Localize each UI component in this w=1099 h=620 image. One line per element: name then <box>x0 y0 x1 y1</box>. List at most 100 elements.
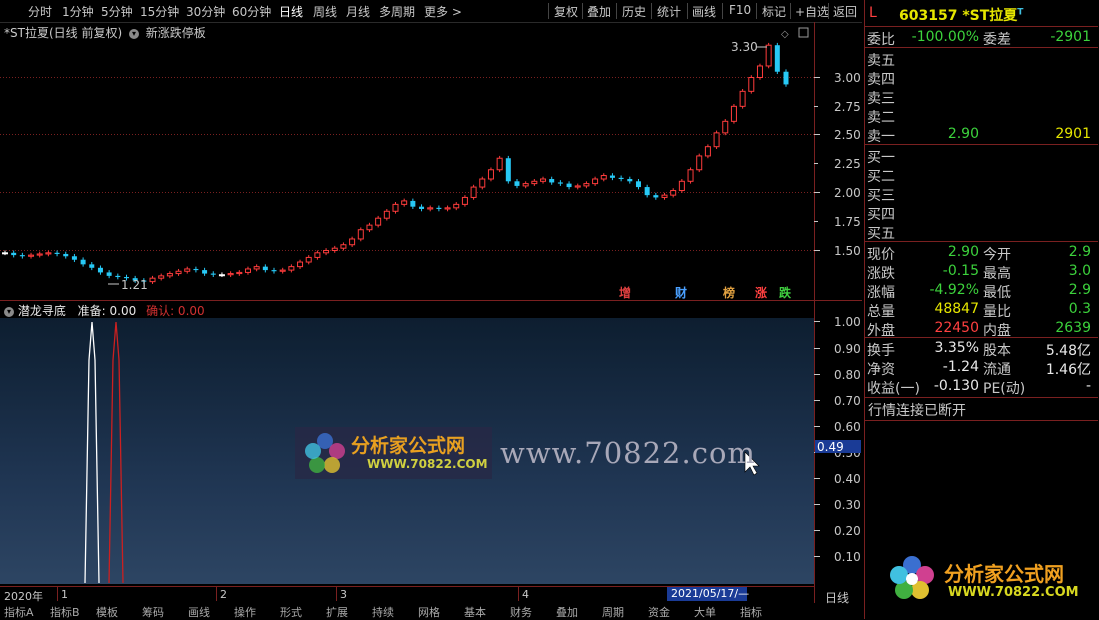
candle-body <box>227 273 234 276</box>
candle-body <box>566 183 572 188</box>
row-value-2: 2.9 <box>1068 282 1091 298</box>
tag-cai[interactable]: 财 <box>674 285 687 300</box>
stat-row: 换手 3.35% 股本 5.48亿 <box>867 340 1095 359</box>
row-label-2: 流通 <box>983 362 1011 378</box>
row-value-2: - <box>1085 378 1091 394</box>
tag-die[interactable]: 跌 <box>779 285 792 300</box>
candle-body <box>184 268 191 272</box>
square-icon[interactable] <box>798 27 809 38</box>
tag-zhang[interactable]: 涨 <box>755 285 767 300</box>
bid-level-row: 买二 <box>867 166 1095 185</box>
row-label: 收益(一) <box>867 381 920 397</box>
indicator-tab[interactable]: 持续 <box>372 604 394 620</box>
row-value-2: 1.46亿 <box>1045 362 1091 378</box>
bid-level-row: 买三 <box>867 185 1095 204</box>
stock-name: *ST拉夏 <box>962 8 1018 24</box>
candle-body <box>678 180 685 192</box>
scale-label: 1.00 <box>834 315 861 329</box>
diamond-icon[interactable]: ◇ <box>781 29 789 40</box>
row-value: 48847 <box>934 301 979 317</box>
indicator-tab[interactable]: 扩展 <box>326 604 348 620</box>
candle-body <box>349 238 356 246</box>
stock-header: 603157 *ST拉夏T <box>899 5 1023 25</box>
indicator-tab[interactable]: 网格 <box>418 604 440 620</box>
indicator-line-red <box>108 321 124 584</box>
candle-body <box>783 71 789 85</box>
row-label-2: 最低 <box>983 285 1011 301</box>
price-label: 2.75 <box>834 100 861 114</box>
row-label: 买四 <box>867 207 895 223</box>
time-month: 4 <box>522 588 529 601</box>
indicator-tab[interactable]: 财务 <box>510 604 532 620</box>
indicator-tab[interactable]: 大单 <box>694 604 716 620</box>
indicator-tab[interactable]: 基本 <box>464 604 486 620</box>
indicator-tab[interactable]: 叠加 <box>556 604 578 620</box>
stock-name-mark: T <box>1017 7 1024 18</box>
row-value-2: 5.48亿 <box>1045 343 1091 359</box>
tag-bang[interactable]: 榜 <box>723 285 735 300</box>
weicha-value: -2901 <box>1050 29 1091 45</box>
time-month: 2 <box>220 588 227 601</box>
candle-body <box>279 269 286 272</box>
ask-level-row: 卖二 <box>867 107 1095 126</box>
tag-zeng[interactable]: 增 <box>619 285 631 300</box>
indicator-tab[interactable]: 形式 <box>280 604 302 620</box>
candle-body <box>514 181 520 186</box>
row-label-2: 今开 <box>983 247 1011 263</box>
candle-body <box>774 45 780 72</box>
row-label: 涨幅 <box>867 285 895 301</box>
candle-body <box>375 217 382 226</box>
time-year: 2020年 <box>4 590 43 603</box>
candle-body <box>470 186 477 198</box>
indicator-tab[interactable]: 画线 <box>188 604 210 620</box>
scale-label: 0.60 <box>834 420 861 434</box>
candle-body <box>739 90 746 107</box>
row-value-2: 2901 <box>1055 126 1091 142</box>
candle-body <box>479 178 486 188</box>
bid-level-row: 买四 <box>867 204 1095 223</box>
indicator-tab[interactable]: 周期 <box>602 604 624 620</box>
stat-row: 外盘 22450 内盘 2639 <box>867 320 1095 339</box>
candle-body <box>210 273 216 275</box>
row-label: 卖五 <box>867 53 895 69</box>
ask-level-row: 卖一 2.90 2901 <box>867 126 1095 145</box>
candle-body <box>496 157 503 171</box>
candle-body <box>635 181 641 188</box>
candle-body <box>696 155 703 171</box>
petal <box>305 443 321 459</box>
candle-body <box>80 259 86 265</box>
row-label: 卖三 <box>867 91 895 107</box>
bid-level-row: 买五 <box>867 223 1095 242</box>
candle-body <box>2 252 8 255</box>
candle-body <box>583 183 590 187</box>
row-value: 22450 <box>934 320 979 336</box>
candle-body <box>297 261 304 268</box>
candle-body <box>262 266 268 271</box>
row-label: 买一 <box>867 150 895 166</box>
stat-row: 净资 -1.24 流通 1.46亿 <box>867 359 1095 378</box>
row-label: 买二 <box>867 169 895 185</box>
row-label: 卖一 <box>867 129 895 145</box>
candle-body <box>461 196 468 205</box>
candle-body <box>89 264 95 268</box>
candle-body <box>253 266 260 270</box>
scale-label: 0.10 <box>834 550 861 564</box>
row-label: 换手 <box>867 343 895 359</box>
scale-label: 0.70 <box>834 394 861 408</box>
indicator-tab[interactable]: 资金 <box>648 604 670 620</box>
watermark-logo-text: 分析家公式网 <box>351 435 466 457</box>
indicator-tab[interactable]: 筹码 <box>142 604 164 620</box>
indicator-tab[interactable]: 指标 <box>740 604 762 620</box>
weibi-row: 委比 -100.00% 委差 -2901 <box>867 29 1095 48</box>
indicator-tab[interactable]: 模板 <box>96 604 118 620</box>
candle-body <box>158 275 165 279</box>
candle-body <box>236 271 243 275</box>
price-label: 2.25 <box>834 157 861 171</box>
row-label-2: 量比 <box>983 304 1011 320</box>
indicator-tab[interactable]: 操作 <box>234 604 256 620</box>
candle-body <box>19 255 25 257</box>
candle-body <box>661 194 668 198</box>
candle-body <box>487 169 494 180</box>
indicator-tab[interactable]: 指标A <box>4 604 34 620</box>
indicator-tab[interactable]: 指标B <box>50 604 80 620</box>
